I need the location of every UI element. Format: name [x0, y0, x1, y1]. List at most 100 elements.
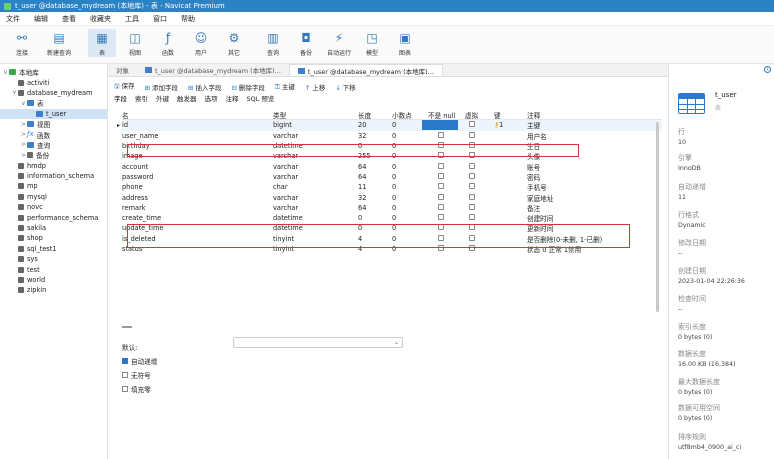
- field-dec-cell[interactable]: 0: [392, 214, 422, 222]
- toolbar-new-query-button[interactable]: ▤ 新建查询: [41, 29, 77, 58]
- tree-item-shop[interactable]: shop: [0, 233, 107, 243]
- field-type-cell[interactable]: datetime: [273, 214, 353, 222]
- field-len-cell[interactable]: 32: [358, 194, 388, 202]
- virtual-checkbox[interactable]: [469, 172, 475, 179]
- field-type-cell[interactable]: varchar: [273, 163, 353, 171]
- toolbar-plug-button[interactable]: ⚯ 连接: [8, 29, 36, 58]
- expand-toggle-icon[interactable]: ∨: [2, 69, 9, 76]
- tab-objects[interactable]: 对象: [108, 64, 137, 76]
- toolbar-other-button[interactable]: ⚙ 其它: [220, 29, 248, 58]
- field-type-cell[interactable]: char: [273, 183, 353, 191]
- field-len-cell[interactable]: 32: [358, 132, 388, 140]
- col-header-length[interactable]: 长度: [358, 110, 388, 120]
- field-name-cell[interactable]: remark: [122, 204, 262, 212]
- tree-item-hmdp[interactable]: hmdp: [0, 161, 107, 171]
- notnull-checkbox[interactable]: [438, 214, 444, 221]
- notnull-checkbox[interactable]: [438, 162, 444, 169]
- menu-favorites[interactable]: 收藏夹: [90, 14, 111, 24]
- col-header-key[interactable]: 键: [494, 110, 524, 120]
- menu-tools[interactable]: 工具: [125, 14, 139, 24]
- info-icon[interactable]: i: [764, 66, 771, 73]
- field-row[interactable]: ▸ id bigint 20 0 ⚷1 主键: [117, 120, 662, 131]
- zerofill-checkbox[interactable]: [122, 386, 128, 392]
- tree-item-[interactable]: ∨ 本地库: [0, 67, 107, 78]
- field-comment-cell[interactable]: 家庭地址: [527, 193, 617, 203]
- field-name-cell[interactable]: account: [122, 163, 262, 171]
- subtab-2[interactable]: 外键: [156, 93, 169, 103]
- field-dec-cell[interactable]: 0: [392, 183, 422, 191]
- toolbar-function-button[interactable]: ƒ 函数: [154, 29, 182, 58]
- field-len-cell[interactable]: 11: [358, 183, 388, 191]
- field-type-cell[interactable]: varchar: [273, 194, 353, 202]
- field-name-cell[interactable]: create_time: [122, 214, 262, 222]
- subtab-6[interactable]: SQL 预览: [247, 93, 275, 103]
- tree-item-mysql[interactable]: mysql: [0, 192, 107, 202]
- action-move-up-button[interactable]: ↑ 上移: [305, 82, 325, 92]
- tree-item-mp[interactable]: mp: [0, 181, 107, 191]
- field-comment-cell[interactable]: 创建时间: [527, 213, 617, 223]
- expand-toggle-icon[interactable]: >: [20, 131, 27, 138]
- virtual-checkbox[interactable]: [469, 193, 475, 200]
- menu-file[interactable]: 文件: [6, 14, 20, 24]
- field-type-cell[interactable]: varchar: [273, 173, 353, 181]
- menu-help[interactable]: 帮助: [181, 14, 195, 24]
- tree-item-[interactable]: > ƒx 函数: [0, 129, 107, 140]
- unsigned-checkbox[interactable]: [122, 372, 128, 378]
- field-row[interactable]: address varchar 32 0 家庭地址: [122, 192, 662, 203]
- field-type-cell[interactable]: varchar: [273, 132, 353, 140]
- tree-item-world[interactable]: world: [0, 275, 107, 285]
- subtab-4[interactable]: 选项: [205, 93, 218, 103]
- field-type-cell[interactable]: varchar: [273, 204, 353, 212]
- tree-item-zipkin[interactable]: zipkin: [0, 285, 107, 295]
- expand-toggle-icon[interactable]: >: [20, 152, 27, 159]
- field-dec-cell[interactable]: 0: [392, 194, 422, 202]
- field-comment-cell[interactable]: 手机号: [527, 182, 617, 192]
- toolbar-chart-button[interactable]: ▣ 图表: [391, 29, 419, 58]
- tree-item-information_schema[interactable]: information_schema: [0, 171, 107, 181]
- field-dec-cell[interactable]: 0: [392, 204, 422, 212]
- notnull-checkbox[interactable]: [438, 203, 444, 210]
- tab-table-1[interactable]: t_user @database_mydream (本地库)...: [137, 64, 289, 76]
- tree-item-activiti[interactable]: activiti: [0, 77, 107, 87]
- field-dec-cell[interactable]: 0: [392, 132, 422, 140]
- field-type-cell[interactable]: bigint: [273, 121, 353, 129]
- virtual-checkbox[interactable]: [469, 203, 475, 210]
- field-len-cell[interactable]: 64: [358, 204, 388, 212]
- tree-item-[interactable]: > 视图: [0, 119, 107, 130]
- field-len-cell[interactable]: 20: [358, 121, 388, 129]
- virtual-checkbox[interactable]: [469, 162, 475, 169]
- toolbar-view-button[interactable]: ◫ 视图: [121, 29, 149, 58]
- auto-increment-checkbox[interactable]: [122, 358, 128, 364]
- col-header-comment[interactable]: 注释: [527, 110, 617, 120]
- tree-item-sakila[interactable]: sakila: [0, 223, 107, 233]
- tree-item-[interactable]: > 备份: [0, 150, 107, 161]
- toolbar-model-button[interactable]: ◳ 模型: [358, 29, 386, 58]
- action-insert-field-button[interactable]: ⊞ 插入字段: [188, 82, 221, 92]
- expand-toggle-icon[interactable]: >: [20, 121, 27, 128]
- notnull-checkbox[interactable]: [438, 131, 444, 138]
- tree-item-database_mydream[interactable]: ∨ database_mydream: [0, 88, 107, 98]
- field-row[interactable]: account varchar 64 0 账号: [122, 161, 662, 172]
- field-comment-cell[interactable]: 用户名: [527, 131, 617, 141]
- subtab-3[interactable]: 触发器: [177, 93, 197, 103]
- tree-item-sys[interactable]: sys: [0, 254, 107, 264]
- field-row[interactable]: password varchar 64 0 密码: [122, 172, 662, 182]
- expand-toggle-icon[interactable]: >: [20, 141, 27, 148]
- action-add-field-button[interactable]: ⊞ 添加字段: [145, 82, 178, 92]
- subtab-5[interactable]: 注释: [226, 93, 239, 103]
- field-name-cell[interactable]: phone: [122, 183, 262, 191]
- virtual-checkbox[interactable]: [469, 131, 475, 138]
- key-cell[interactable]: ⚷1: [494, 121, 524, 129]
- tree-item-test[interactable]: test: [0, 264, 107, 274]
- expand-toggle-icon[interactable]: ∨: [11, 89, 18, 96]
- subtab-0[interactable]: 字段: [114, 93, 127, 103]
- virtual-checkbox[interactable]: [469, 183, 475, 190]
- field-comment-cell[interactable]: 备注: [527, 203, 617, 213]
- field-comment-cell[interactable]: 密码: [527, 172, 617, 182]
- field-comment-cell[interactable]: 账号: [527, 162, 617, 172]
- field-row[interactable]: user_name varchar 32 0 用户名: [122, 131, 662, 141]
- action-primary-key-button[interactable]: ⚿ 主键: [275, 81, 295, 92]
- tree-item-[interactable]: ∨ 表: [0, 98, 107, 109]
- menu-edit[interactable]: 编辑: [34, 14, 48, 24]
- action-move-down-button[interactable]: ↓ 下移: [335, 82, 355, 92]
